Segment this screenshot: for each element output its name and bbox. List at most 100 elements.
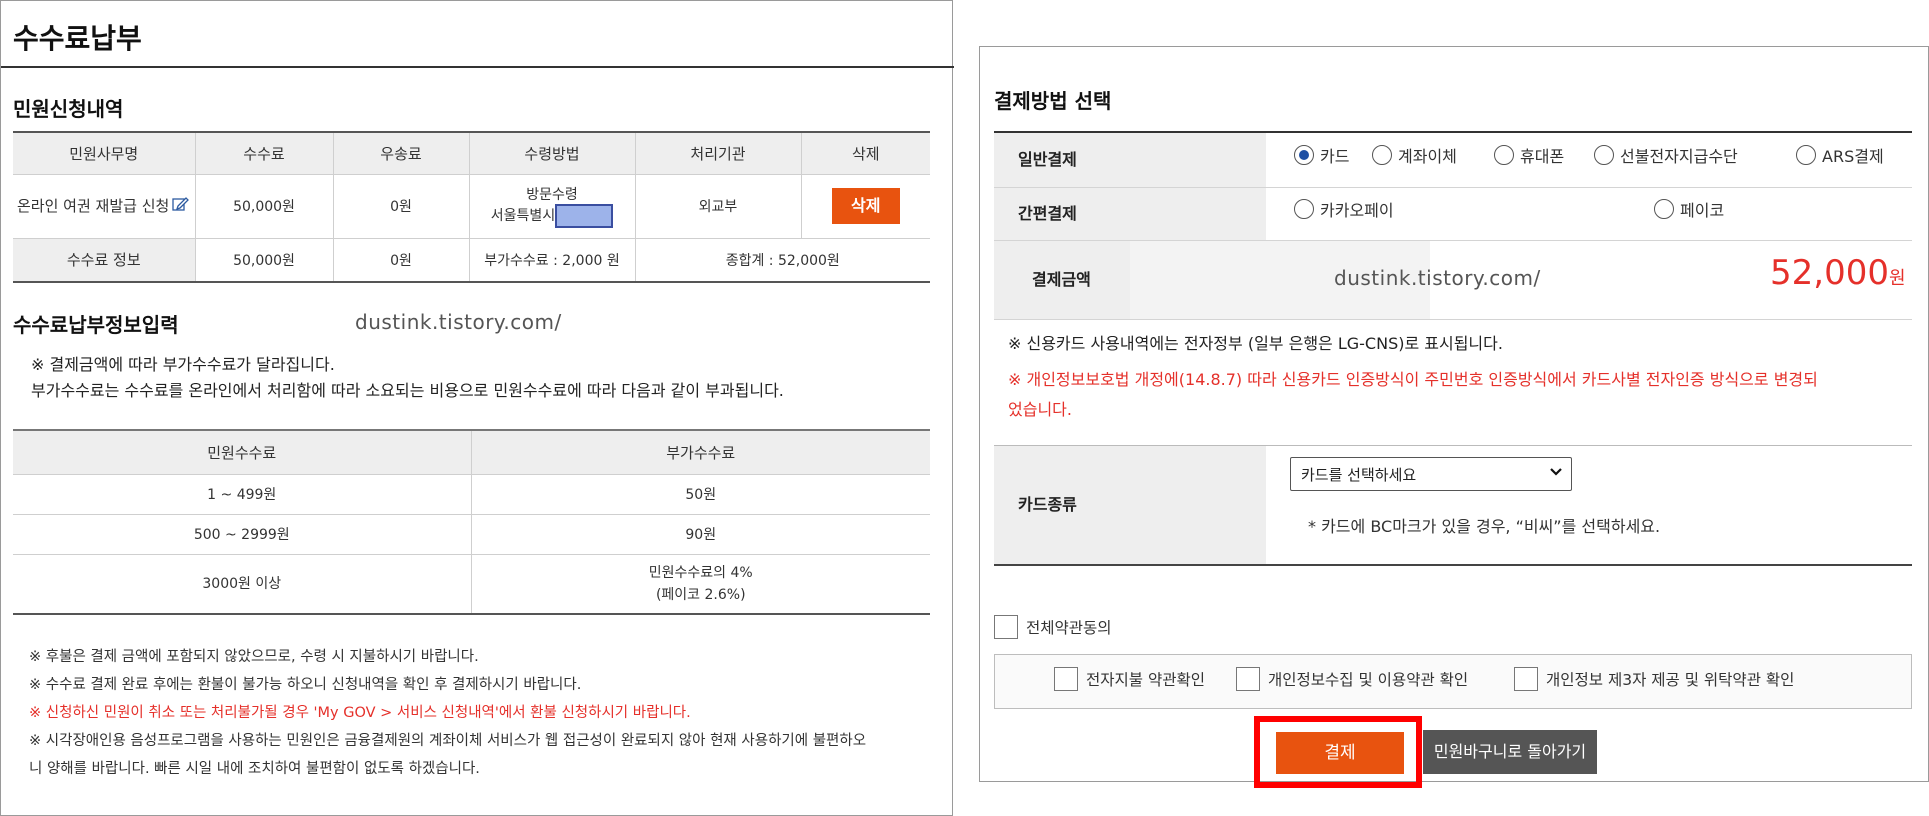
- extra-fee: 50원: [471, 474, 930, 515]
- agency-cell: 외교부: [635, 174, 802, 239]
- footer-note: ※ 후불은 결제 금액에 포함되지 않았으므로, 수령 시 지불하시기 바랍니다…: [29, 649, 479, 665]
- application-name-cell: 온라인 여권 재발급 신청: [13, 174, 196, 239]
- chevron-down-icon: [1549, 462, 1563, 486]
- table-row: 500 ~ 2999원 90원: [13, 514, 930, 555]
- fee-cell: 50,000원: [195, 174, 334, 239]
- watermark-text: dustink.tistory.com/: [355, 310, 562, 334]
- column-header: 삭제: [801, 132, 930, 175]
- extra-fee: 민원수수료의 4%: [648, 564, 753, 581]
- payment-footer-notes: ※ 후불은 결제 금액에 포함되지 않았으므로, 수령 시 지불하시기 바랍니다…: [29, 643, 919, 783]
- column-header: 민원사무명: [13, 132, 196, 175]
- summary-extra-fee: 부가수수료 : 2,000 원: [469, 238, 636, 283]
- postage-cell: 0원: [333, 174, 470, 239]
- radio-button[interactable]: [1372, 145, 1392, 165]
- summary-postage: 0원: [333, 238, 470, 283]
- footer-note: ※ 시각장애인용 음성프로그램을 사용하는 민원인은 금융결제원의 계좌이체 서…: [29, 733, 867, 749]
- pay-button[interactable]: 결제: [1276, 732, 1404, 774]
- row-divider: [994, 564, 1912, 566]
- term-checkbox[interactable]: [1514, 667, 1538, 691]
- application-name: 온라인 여권 재발급 신청: [17, 196, 170, 215]
- section-title-applications: 민원신청내역: [13, 97, 124, 121]
- table-row: 3000원 이상 민원수수료의 4% (페이코 2.6%): [13, 554, 930, 615]
- receipt-method: 방문수령: [526, 187, 578, 203]
- term-privacy-collect[interactable]: 개인정보수집 및 이용약관 확인: [1236, 667, 1468, 691]
- card-type-label: 카드종류: [994, 446, 1266, 564]
- table-header-row: 민원수수료 부가수수료: [13, 430, 930, 475]
- table-row: 1 ~ 499원 50원: [13, 474, 930, 515]
- card-notice-auth-cont: 었습니다.: [1008, 400, 1072, 419]
- simple-payment-label: 간편결제: [994, 188, 1266, 240]
- delete-cell: 삭제: [801, 174, 930, 239]
- radio-button[interactable]: [1796, 145, 1816, 165]
- footer-note-refund: ※ 신청하신 민원이 취소 또는 처리불가될 경우 'My GOV > 서비스 …: [29, 705, 691, 721]
- delete-button[interactable]: 삭제: [831, 188, 900, 224]
- summary-fee: 50,000원: [195, 238, 334, 283]
- title-divider: [1, 66, 954, 68]
- column-header: 처리기관: [635, 132, 802, 175]
- extra-fee-cell: 민원수수료의 4% (페이코 2.6%): [471, 554, 930, 615]
- edit-icon[interactable]: [171, 195, 190, 217]
- amount-value: 52,000: [1770, 253, 1889, 293]
- column-header: 부가수수료: [471, 430, 930, 475]
- table-row: 온라인 여권 재발급 신청 50,000원 0원 방문수령 서울특별시 외교부 …: [13, 174, 930, 239]
- footer-note: ※ 수수료 결제 완료 후에는 환불이 불가능 하오니 신청내역을 확인 후 결…: [29, 677, 582, 693]
- card-type-select[interactable]: 카드를 선택하세요: [1290, 457, 1572, 491]
- agree-all-checkbox[interactable]: [994, 615, 1018, 639]
- table-header-row: 민원사무명 수수료 우송료 수령방법 처리기관 삭제: [13, 132, 930, 175]
- receipt-method-cell: 방문수령 서울특별시: [469, 174, 636, 239]
- general-payment-label: 일반결제: [994, 133, 1266, 187]
- payment-method-panel: 결제방법 선택 일반결제 카드 계좌이체 휴대폰 선불전자지급수단 ARS결제 …: [979, 46, 1929, 788]
- column-header: 수수료: [195, 132, 334, 175]
- section-title-payment-info: 수수료납부정보입력: [13, 313, 179, 337]
- extra-fee: 90원: [471, 514, 930, 555]
- card-notice: ※ 신용카드 사용내역에는 전자정부 (일부 은행은 LG-CNS)로 표시됩니…: [1008, 334, 1503, 353]
- back-to-basket-button[interactable]: 민원바구니로 돌아가기: [1423, 730, 1597, 774]
- notice-line: ※ 결제금액에 따라 부가수수료가 달라집니다.: [31, 355, 335, 374]
- column-header: 민원수수료: [13, 430, 472, 475]
- term-checkbox[interactable]: [1054, 667, 1078, 691]
- notice-line: 부가수수료는 수수료를 온라인에서 처리함에 따라 소요되는 비용으로 민원수수…: [31, 381, 784, 400]
- radio-button[interactable]: [1654, 199, 1674, 219]
- fee-range: 1 ~ 499원: [13, 474, 472, 515]
- watermark-text: dustink.tistory.com/: [1334, 266, 1541, 290]
- radio-button[interactable]: [1594, 145, 1614, 165]
- term-third-party[interactable]: 개인정보 제3자 제공 및 위탁약관 확인: [1514, 667, 1794, 691]
- agree-all-label: 전체약관동의: [1026, 619, 1112, 637]
- term-payment[interactable]: 전자지불 약관확인: [1054, 667, 1205, 691]
- radio-button[interactable]: [1294, 199, 1314, 219]
- card-notice-auth: ※ 개인정보보호법 개정에(14.8.7) 따라 신용카드 인증방식이 주민번호…: [1008, 370, 1818, 389]
- fee-payment-panel: 수수료납부 민원신청내역 민원사무명 수수료 우송료 수령방법 처리기관 삭제 …: [0, 0, 954, 816]
- fee-range: 500 ~ 2999원: [13, 514, 472, 555]
- radio-mobile[interactable]: 휴대폰: [1494, 143, 1564, 167]
- radio-payco[interactable]: 페이코: [1654, 197, 1724, 221]
- radio-kakaopay[interactable]: 카카오페이: [1294, 197, 1394, 221]
- fee-summary-row: 수수료 정보 50,000원 0원 부가수수료 : 2,000 원 종합계 : …: [13, 238, 930, 283]
- payment-amount: 52,000원: [1770, 253, 1906, 293]
- column-header: 우송료: [333, 132, 470, 175]
- receipt-location: 서울특별시: [490, 208, 556, 224]
- payment-method-title: 결제방법 선택: [994, 89, 1112, 113]
- summary-label: 수수료 정보: [13, 238, 196, 283]
- card-select-value: 카드를 선택하세요: [1301, 466, 1417, 484]
- card-type-hint: * 카드에 BC마크가 있을 경우, “비씨”를 선택하세요.: [1308, 517, 1661, 536]
- radio-button[interactable]: [1294, 145, 1314, 165]
- column-header: 수령방법: [469, 132, 636, 175]
- radio-prepaid[interactable]: 선불전자지급수단: [1594, 143, 1738, 167]
- page-title: 수수료납부: [13, 22, 142, 55]
- extra-fee-sub: (페이코 2.6%): [655, 586, 746, 603]
- footer-note: 니 양해를 바랍니다. 빠른 시일 내에 조치하여 불편함이 없도록 하겠습니다…: [29, 761, 480, 777]
- application-table: 민원사무명 수수료 우송료 수령방법 처리기관 삭제 온라인 여권 재발급 신청…: [13, 131, 930, 283]
- extra-fee-table: 민원수수료 부가수수료 1 ~ 499원 50원 500 ~ 2999원 90원…: [13, 429, 930, 615]
- card-notices: ※ 신용카드 사용내역에는 전자정부 (일부 은행은 LG-CNS)로 표시됩니…: [1008, 329, 1898, 425]
- term-checkbox[interactable]: [1236, 667, 1260, 691]
- extra-fee-notice: ※ 결제금액에 따라 부가수수료가 달라집니다. 부가수수료는 수수료를 온라인…: [31, 352, 784, 404]
- radio-card[interactable]: 카드: [1294, 143, 1349, 167]
- radio-button[interactable]: [1494, 145, 1514, 165]
- radio-ars[interactable]: ARS결제: [1796, 143, 1884, 167]
- agree-all[interactable]: 전체약관동의: [994, 615, 1112, 639]
- radio-bank-transfer[interactable]: 계좌이체: [1372, 143, 1457, 167]
- summary-total: 종합계 : 52,000원: [635, 238, 930, 283]
- fee-range: 3000원 이상: [13, 554, 472, 615]
- row-divider: [994, 319, 1912, 320]
- redacted-location-box: [555, 204, 614, 228]
